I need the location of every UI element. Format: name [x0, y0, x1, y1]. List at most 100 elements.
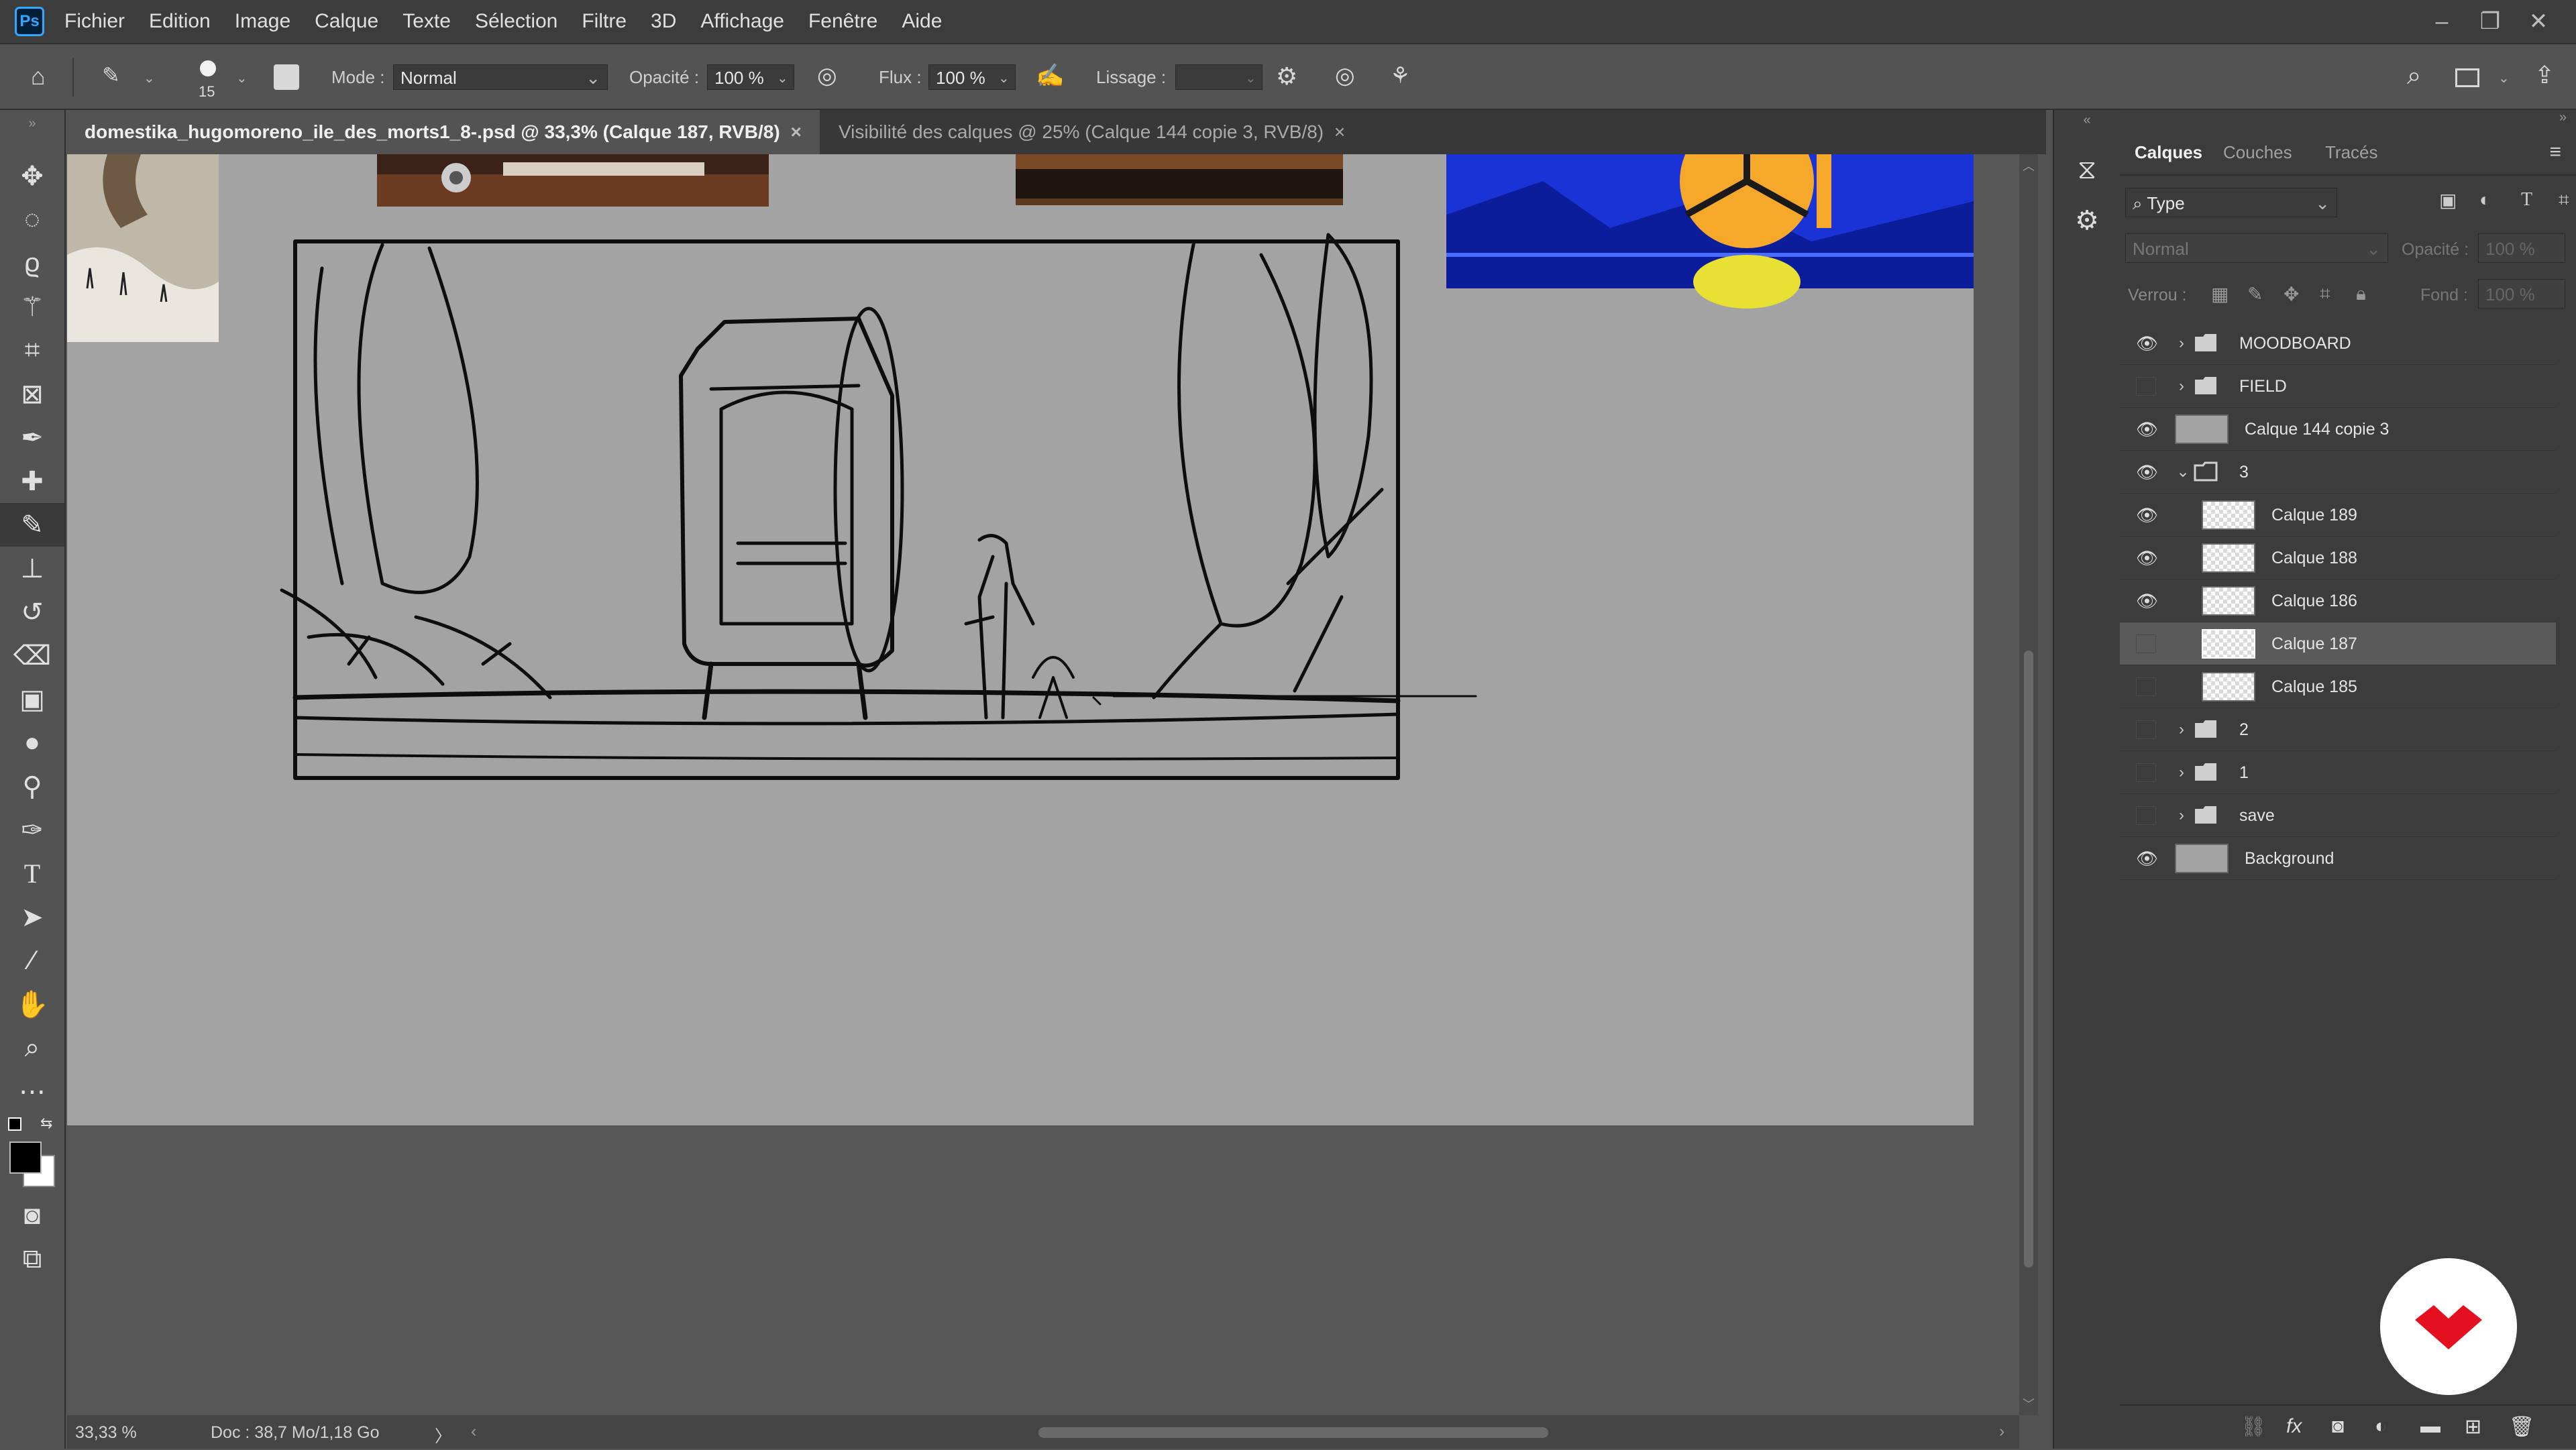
chevron-right-icon[interactable]: › — [2179, 794, 2184, 837]
visibility-toggle[interactable] — [2136, 763, 2156, 782]
mode-select[interactable]: Normal ⌄ — [393, 64, 608, 90]
home-icon[interactable]: ⌂ — [31, 64, 46, 89]
menu-image[interactable]: Image — [235, 10, 290, 33]
layer-row-save[interactable]: › save — [2120, 794, 2556, 837]
eye-icon[interactable]: 👁︎ — [2136, 504, 2158, 526]
pressure-opacity-icon[interactable]: ◎ — [817, 64, 837, 87]
horizontal-scrollbar-thumb[interactable] — [1038, 1427, 1548, 1438]
airbrush-icon[interactable]: ✍ — [1036, 64, 1064, 87]
blur-tool-icon[interactable]: ● — [0, 721, 64, 765]
visibility-toggle[interactable] — [2136, 377, 2156, 396]
type-tool-icon[interactable]: T — [0, 852, 64, 895]
foreground-color-swatch[interactable] — [9, 1141, 42, 1174]
pen-tool-icon[interactable]: ✑ — [0, 808, 64, 852]
link-layers-icon[interactable]: ⛓︎ — [2241, 1415, 2266, 1439]
status-menu-arrow[interactable]: 〉 — [435, 1423, 451, 1447]
visibility-toggle[interactable] — [2136, 677, 2156, 696]
scrollbar-thumb[interactable] — [2024, 651, 2033, 1268]
layer-opacity-field[interactable]: 100 % — [2478, 233, 2565, 263]
eye-icon[interactable]: 👁︎ — [2136, 547, 2158, 569]
chevron-right-icon[interactable]: › — [2179, 365, 2184, 408]
close-tab-icon[interactable]: × — [1334, 121, 1345, 142]
layer-row-calque-144-copie-3[interactable]: 👁︎ Calque 144 copie 3 — [2120, 408, 2556, 451]
filter-pixel-icon[interactable]: ▣ — [2439, 189, 2459, 211]
layer-row-field[interactable]: › FIELD — [2120, 365, 2556, 408]
new-group-icon[interactable]: ▬ — [2420, 1415, 2440, 1438]
visibility-toggle[interactable] — [2136, 634, 2156, 653]
lock-transparency-icon[interactable]: ▦ — [2211, 283, 2229, 305]
visibility-toggle[interactable] — [2136, 806, 2156, 825]
properties-panel-icon[interactable]: ⚙ — [2054, 205, 2120, 236]
layer-row-group-2[interactable]: › 2 — [2120, 708, 2556, 751]
brush-tool-icon[interactable]: ✎ — [0, 503, 64, 547]
layer-row-background[interactable]: 👁︎ Background — [2120, 837, 2556, 880]
photoshop-logo[interactable]: Ps — [15, 7, 44, 36]
lasso-tool-icon[interactable]: ϱ — [0, 241, 64, 285]
dodge-tool-icon[interactable]: ⚲ — [0, 765, 64, 808]
layer-row-calque-189[interactable]: 👁︎ Calque 189 — [2120, 494, 2556, 537]
frame-tool-icon[interactable]: ⊠ — [0, 372, 64, 416]
layer-row-group-1[interactable]: › 1 — [2120, 751, 2556, 794]
new-layer-icon[interactable]: ⊞ — [2465, 1415, 2481, 1439]
menu-aide[interactable]: Aide — [902, 10, 942, 33]
eye-icon[interactable]: 👁︎ — [2136, 419, 2158, 440]
gear-icon[interactable]: ⚙ — [1276, 64, 1297, 89]
zoom-tool-icon[interactable]: ⌕ — [0, 1026, 64, 1070]
chevron-down-icon[interactable]: ⌄ — [2498, 70, 2510, 87]
scroll-right-arrow[interactable]: › — [1999, 1422, 2004, 1441]
menu-3d[interactable]: 3D — [651, 10, 676, 33]
chevron-down-icon[interactable]: ⌄ — [2176, 451, 2190, 494]
swap-colors-icon[interactable]: ⇆ — [40, 1115, 52, 1132]
brush-tip-preview[interactable] — [200, 60, 216, 76]
layer-style-icon[interactable]: fx — [2286, 1415, 2302, 1438]
layer-row-group-3[interactable]: 👁︎ ⌄ 3 — [2120, 451, 2556, 494]
close-window-icon[interactable]: ✕ — [2514, 8, 2563, 35]
layer-filter-select[interactable]: ⌕ Type ⌄ — [2125, 188, 2337, 217]
layer-row-calque-185[interactable]: Calque 185 — [2120, 665, 2556, 708]
add-mask-icon[interactable]: ◙ — [2332, 1415, 2344, 1438]
collapse-toolbar-icon[interactable]: » — [0, 110, 64, 154]
scroll-up-arrow[interactable]: ︿ — [2019, 157, 2038, 174]
minimize-icon[interactable]: – — [2418, 9, 2466, 35]
filter-adjustment-icon[interactable]: ◐ — [2479, 189, 2491, 211]
eye-icon[interactable]: 👁︎ — [2136, 848, 2158, 869]
eyedropper-tool-icon[interactable]: ✒ — [0, 416, 64, 459]
marquee-tool-icon[interactable]: ◌ — [0, 198, 64, 241]
gradient-tool-icon[interactable]: ▣ — [0, 677, 64, 721]
workspace-icon[interactable] — [2455, 68, 2479, 87]
history-brush-tool-icon[interactable]: ↺ — [0, 590, 64, 634]
expand-panel-icon[interactable]: » — [2559, 110, 2567, 125]
eye-icon[interactable]: 👁︎ — [2136, 590, 2158, 612]
move-tool-icon[interactable]: ✥ — [0, 154, 64, 198]
scroll-left-arrow[interactable]: ‹ — [471, 1422, 476, 1441]
document-canvas[interactable] — [67, 154, 1974, 1125]
brush-settings-icon[interactable] — [274, 64, 299, 90]
eraser-tool-icon[interactable]: ⌫ — [0, 634, 64, 677]
visibility-toggle[interactable] — [2136, 720, 2156, 739]
more-tools-icon[interactable]: ⋯ — [0, 1070, 64, 1113]
share-icon[interactable]: ⇪ — [2534, 63, 2555, 87]
lock-all-icon[interactable]: 🔒︎ — [2356, 283, 2366, 305]
magic-wand-tool-icon[interactable]: ⚚ — [0, 285, 64, 329]
eye-icon[interactable]: 👁︎ — [2136, 461, 2158, 483]
chevron-right-icon[interactable]: › — [2179, 708, 2184, 751]
dropdown-arrow-icon[interactable]: ⌄ — [236, 70, 248, 87]
hand-tool-icon[interactable]: ✋ — [0, 983, 64, 1026]
pressure-size-icon[interactable]: ◎ — [1335, 64, 1355, 87]
chevron-right-icon[interactable]: › — [2179, 751, 2184, 794]
eye-icon[interactable]: 👁︎ — [2136, 333, 2158, 354]
tab-document-2[interactable]: Visibilité des calques @ 25% (Calque 144… — [821, 110, 1438, 154]
dropdown-arrow-icon[interactable]: ⌄ — [1245, 70, 1256, 87]
blend-mode-select[interactable]: Normal ⌄ — [2125, 233, 2388, 263]
tab-couches[interactable]: Couches — [2223, 142, 2292, 163]
menu-fichier[interactable]: Fichier — [64, 10, 125, 33]
layer-row-calque-186[interactable]: 👁︎ Calque 186 — [2120, 579, 2556, 622]
layer-row-moodboard[interactable]: 👁︎ › MOODBOARD — [2120, 322, 2556, 365]
scroll-down-arrow[interactable]: ﹀ — [2019, 1395, 2038, 1412]
lock-pixels-icon[interactable]: ✎ — [2247, 283, 2263, 305]
layer-row-calque-187-selected[interactable]: Calque 187 — [2120, 622, 2556, 665]
dropdown-arrow-icon[interactable]: ⌄ — [144, 70, 155, 87]
dropdown-arrow-icon[interactable]: ⌄ — [777, 70, 788, 87]
adjustment-layer-icon[interactable]: ◐ — [2375, 1415, 2387, 1438]
tab-traces[interactable]: Tracés — [2325, 142, 2378, 163]
